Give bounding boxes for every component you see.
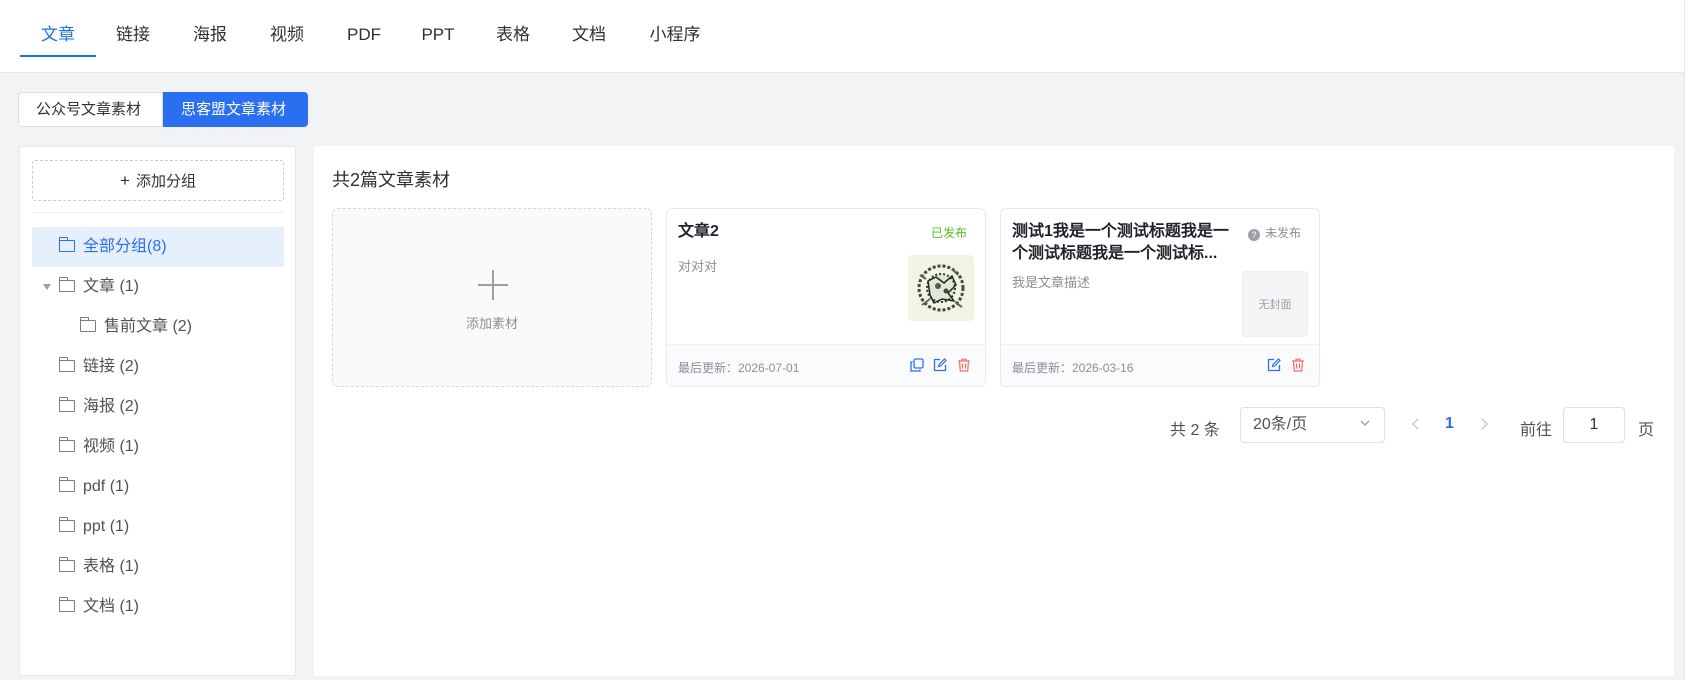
tree-item-presale-article[interactable]: 售前文章 (2) <box>32 307 284 347</box>
plus-icon <box>478 270 508 300</box>
material-count-title: 共2篇文章素材 <box>332 170 451 190</box>
add-group-button[interactable]: + 添加分组 <box>32 160 284 201</box>
article-card[interactable]: 测试1我是一个测试标题我是一个测试标题我是一个测试标... ? 未发布 我是文章描… <box>1000 208 1320 387</box>
tree-item-label: pdf (1) <box>83 478 130 495</box>
status-badge: ? 未发布 <box>1247 224 1301 241</box>
tree-item-link[interactable]: 链接 (2) <box>32 347 284 387</box>
chevron-down-icon <box>1360 420 1370 426</box>
plus-icon: + <box>120 171 130 190</box>
folder-icon <box>59 237 75 252</box>
page-number-current[interactable]: 1 <box>1445 415 1454 433</box>
caret-down-icon[interactable] <box>43 284 51 290</box>
goto-page-input[interactable] <box>1563 407 1625 443</box>
cover-thumbnail <box>908 255 974 321</box>
group-sidebar: + 添加分组 全部分组(8) 文章 (1) 售前文章 (2) 链接 (2) 海报 … <box>19 146 296 676</box>
tree-item-ppt[interactable]: ppt (1) <box>32 507 284 547</box>
no-cover-placeholder: 无封面 <box>1242 271 1308 337</box>
tree-item-document[interactable]: 文档 (1) <box>32 587 284 627</box>
tree-item-all[interactable]: 全部分组(8) <box>32 227 284 267</box>
tree-item-label: 文章 (1) <box>83 278 140 295</box>
question-icon: ? <box>1247 229 1260 241</box>
tree-item-label: 文档 (1) <box>83 598 140 615</box>
folder-icon <box>59 357 75 372</box>
folder-icon <box>59 437 75 452</box>
tab-table[interactable]: 表格 <box>483 0 543 73</box>
delete-icon[interactable] <box>1291 358 1305 372</box>
add-group-label: 添加分组 <box>135 173 196 190</box>
folder-icon <box>59 277 75 292</box>
goto-suffix: 页 <box>1638 422 1655 439</box>
tab-poster[interactable]: 海报 <box>180 0 240 73</box>
folder-icon <box>59 477 75 492</box>
folder-icon <box>59 517 75 532</box>
goto-label: 前往 <box>1520 422 1553 439</box>
tree-item-label: 视频 (1) <box>83 438 140 455</box>
article-cover-image <box>908 255 974 321</box>
status-text: 未发布 <box>1264 226 1301 240</box>
tab-document[interactable]: 文档 <box>559 0 619 73</box>
tab-video[interactable]: 视频 <box>257 0 317 73</box>
last-updated: 最后更新：2026-03-16 <box>1012 361 1134 375</box>
article-card[interactable]: 文章2 已发布 对对对 最后更新：2026-07-01 <box>666 208 986 387</box>
tree-item-label: ppt (1) <box>83 518 130 535</box>
article-title: 测试1我是一个测试标题我是一个测试标题我是一个测试标... <box>1012 223 1229 262</box>
page-size-value: 20条/页 <box>1253 416 1308 433</box>
delete-icon[interactable] <box>957 358 971 372</box>
material-panel: 共2篇文章素材 添加素材 文章2 已发布 对对对 最后更新：2026-07-01 <box>314 146 1674 676</box>
scrollbar-track[interactable] <box>1684 0 1689 680</box>
tree-item-label: 链接 (2) <box>83 358 140 375</box>
tab-mini-program[interactable]: 小程序 <box>640 0 710 73</box>
folder-icon <box>59 557 75 572</box>
article-description: 我是文章描述 <box>1012 275 1091 290</box>
divider <box>32 212 284 213</box>
folder-icon <box>59 597 75 612</box>
tree-item-label: 售前文章 (2) <box>104 318 193 335</box>
tab-ppt[interactable]: PPT <box>408 0 468 73</box>
status-badge: 已发布 <box>930 226 967 240</box>
active-tab-indicator <box>20 55 96 57</box>
tab-pdf[interactable]: PDF <box>334 0 394 73</box>
edit-icon[interactable] <box>933 358 947 372</box>
prev-page-icon[interactable] <box>1409 414 1423 434</box>
add-material-label: 添加素材 <box>465 316 518 331</box>
tree-item-label: 表格 (1) <box>83 558 140 575</box>
tree-item-article[interactable]: 文章 (1) <box>32 267 284 307</box>
tree-item-label: 海报 (2) <box>83 398 140 415</box>
skm-article-segment[interactable]: 思客盟文章素材 <box>163 92 308 127</box>
tree-item-video[interactable]: 视频 (1) <box>32 427 284 467</box>
copy-icon[interactable] <box>910 358 924 372</box>
last-updated: 最后更新：2026-07-01 <box>678 361 800 375</box>
tab-article[interactable]: 文章 <box>20 0 96 73</box>
folder-icon <box>80 317 96 332</box>
tree-item-poster[interactable]: 海报 (2) <box>32 387 284 427</box>
edit-icon[interactable] <box>1267 358 1281 372</box>
tree-item-pdf[interactable]: pdf (1) <box>32 467 284 507</box>
article-description: 对对对 <box>678 259 718 274</box>
tab-link[interactable]: 链接 <box>103 0 163 73</box>
top-tab-bar: 文章 链接 海报 视频 PDF PPT 表格 文档 小程序 <box>0 0 1689 73</box>
page-size-select[interactable]: 20条/页 <box>1240 407 1385 443</box>
tree-item-label: 全部分组(8) <box>83 238 167 255</box>
add-material-card[interactable]: 添加素材 <box>332 208 652 387</box>
wechat-article-segment[interactable]: 公众号文章素材 <box>18 92 163 127</box>
article-title: 文章2 <box>678 223 719 240</box>
tree-item-table[interactable]: 表格 (1) <box>32 547 284 587</box>
folder-icon <box>59 397 75 412</box>
card-footer: 最后更新：2026-07-01 <box>667 344 985 386</box>
card-footer: 最后更新：2026-03-16 <box>1001 344 1319 386</box>
next-page-icon[interactable] <box>1477 414 1491 434</box>
pagination-total: 共 2 条 <box>1170 422 1220 439</box>
